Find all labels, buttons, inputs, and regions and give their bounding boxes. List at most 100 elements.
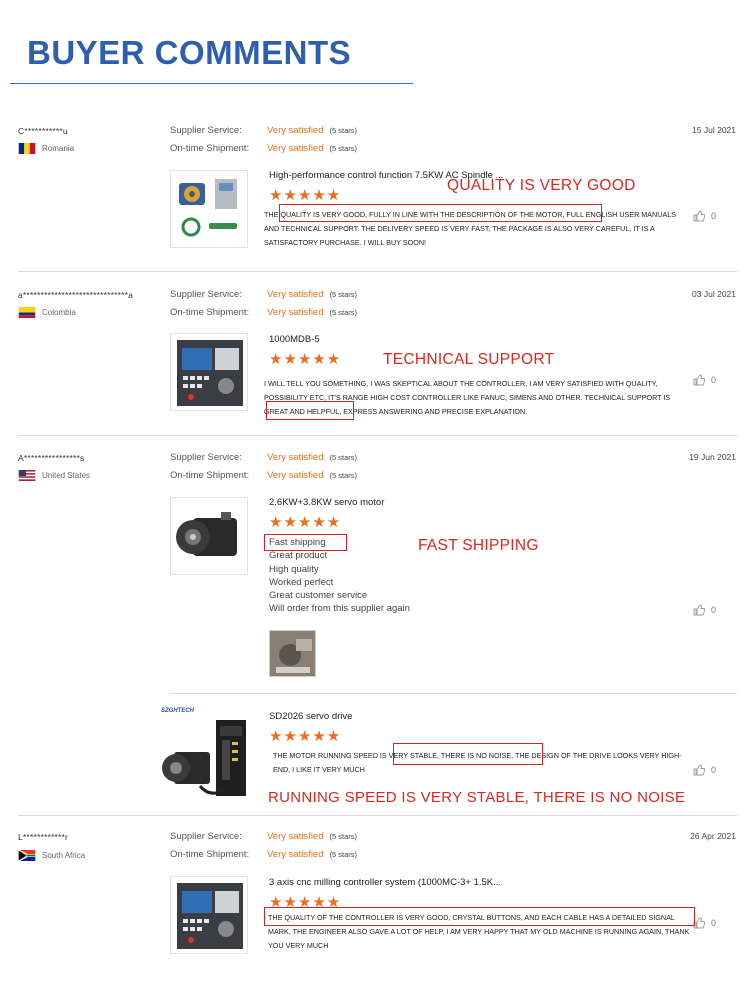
review-photo[interactable] (269, 630, 316, 677)
brand-logo: SZGHTECH (161, 708, 194, 714)
product-name[interactable]: 1000MDB-5 (269, 334, 320, 345)
supplier-service-value: Very satisfied (267, 125, 324, 136)
supplier-service-stars: (5 stars) (329, 290, 358, 299)
review-stars: ★★★★★ (269, 728, 342, 745)
like-count: 0 (711, 918, 717, 928)
servo-motor-image (176, 512, 237, 556)
servo-drive-image (162, 720, 246, 796)
reviewer-country: United States (18, 470, 90, 481)
supplier-service-stars: (5 stars) (329, 126, 358, 135)
review-divider (18, 271, 737, 272)
thumbs-up-icon (693, 374, 705, 386)
like-button[interactable]: 0 (693, 917, 716, 929)
cnc-controller-image (177, 340, 243, 406)
review-divider (170, 693, 737, 694)
ontime-shipment-label: On-time Shipment: (170, 307, 250, 318)
rating-summary: Supplier Service: Very satisfied (5 stars)… (170, 449, 357, 485)
country-name: Colombia (42, 308, 76, 317)
review-date: 03 Jul 2021 (692, 289, 736, 299)
romania-flag-icon (18, 143, 36, 154)
highlight-box (266, 401, 354, 420)
like-count: 0 (711, 375, 717, 385)
like-button[interactable]: 0 (693, 210, 716, 222)
annotation-running-speed: RUNNING SPEED IS VERY STABLE, THERE IS N… (268, 789, 686, 806)
review-line: Will order from this supplier again (269, 603, 410, 615)
rating-summary: Supplier Service: Very satisfied (5 stars)… (170, 122, 357, 158)
reviewer-country: Colombia (18, 307, 76, 318)
supplier-service-value: Very satisfied (267, 452, 324, 463)
ontime-shipment-label: On-time Shipment: (170, 849, 250, 860)
supplier-service-label: Supplier Service: (170, 452, 242, 463)
supplier-service-value: Very satisfied (267, 831, 324, 842)
rating-summary: Supplier Service: Very satisfied (5 stars)… (170, 828, 357, 864)
product-name[interactable]: SD2026 servo drive (269, 711, 352, 722)
review-stars: ★★★★★ (269, 187, 342, 204)
thumbs-up-icon (693, 604, 705, 616)
ontime-shipment-stars: (5 stars) (329, 850, 358, 859)
supplier-service-label: Supplier Service: (170, 125, 242, 136)
reviewer-country: South Africa (18, 850, 85, 861)
supplier-service-stars: (5 stars) (329, 453, 358, 462)
highlight-box (279, 204, 602, 222)
review-stars: ★★★★★ (269, 514, 342, 531)
review-date: 15 Jul 2021 (692, 125, 736, 135)
ontime-shipment-stars: (5 stars) (329, 308, 358, 317)
like-button[interactable]: 0 (693, 764, 716, 776)
ontime-shipment-value: Very satisfied (267, 849, 324, 860)
reviewer-name: a******************************a (18, 290, 134, 300)
product-thumbnail[interactable] (170, 876, 248, 954)
supplier-service-label: Supplier Service: (170, 289, 242, 300)
annotation-quality: QUALITY IS VERY GOOD (447, 177, 636, 194)
supplier-service-value: Very satisfied (267, 289, 324, 300)
review-stars: ★★★★★ (269, 351, 342, 368)
cnc-controller-image (177, 883, 243, 949)
review-date: 26 Apr 2021 (690, 831, 736, 841)
usa-flag-icon (18, 470, 36, 481)
product-thumbnail[interactable] (170, 497, 248, 575)
like-button[interactable]: 0 (693, 374, 716, 386)
ontime-shipment-stars: (5 stars) (329, 471, 358, 480)
like-count: 0 (711, 211, 717, 221)
review-line: Great product (269, 550, 328, 562)
review-line: Great customer service (269, 590, 368, 602)
review-line: Worked perfect (269, 576, 334, 588)
country-name: South Africa (42, 851, 86, 860)
ontime-shipment-value: Very satisfied (267, 470, 324, 481)
ontime-shipment-label: On-time Shipment: (170, 470, 250, 481)
reviewer-name: C***********u (18, 126, 68, 136)
review-line: High quality (269, 563, 319, 575)
ontime-shipment-stars: (5 stars) (329, 144, 358, 153)
annotation-technical-support: TECHNICAL SUPPORT (383, 351, 555, 368)
highlight-box (264, 534, 347, 551)
country-name: United States (42, 471, 91, 480)
like-button[interactable]: 0 (693, 604, 716, 616)
review-divider (18, 435, 737, 436)
page-title: BUYER COMMENTS (27, 34, 352, 71)
colombia-flag-icon (18, 307, 36, 318)
south-africa-flag-icon (18, 850, 36, 861)
product-thumbnail[interactable] (170, 333, 248, 411)
supplier-service-stars: (5 stars) (329, 832, 358, 841)
annotation-fast-shipping: FAST SHIPPING (418, 537, 539, 554)
product-name[interactable]: 3 axis cnc milling controller system (10… (269, 877, 501, 888)
reviewer-name: A****************s (18, 453, 85, 463)
product-thumbnail[interactable] (170, 170, 248, 248)
highlight-box (393, 743, 543, 765)
country-name: Romania (42, 144, 75, 153)
spindle-motor-image (179, 179, 237, 237)
review-divider (18, 815, 737, 816)
product-thumbnail[interactable] (160, 716, 252, 800)
rating-summary: Supplier Service: Very satisfied (5 stars)… (170, 286, 357, 322)
thumbs-up-icon (693, 210, 705, 222)
supplier-service-label: Supplier Service: (170, 831, 242, 842)
review-photo-image (270, 631, 315, 676)
reviewer-country: Romania (18, 143, 74, 154)
ontime-shipment-value: Very satisfied (267, 143, 324, 154)
product-name[interactable]: 2.6KW+3.8KW servo motor (269, 497, 384, 508)
ontime-shipment-label: On-time Shipment: (170, 143, 250, 154)
reviewer-name: L************r (18, 832, 69, 842)
like-count: 0 (711, 605, 717, 615)
review-date: 19 Jun 2021 (689, 452, 736, 462)
title-underline (10, 83, 413, 84)
thumbs-up-icon (693, 764, 705, 776)
